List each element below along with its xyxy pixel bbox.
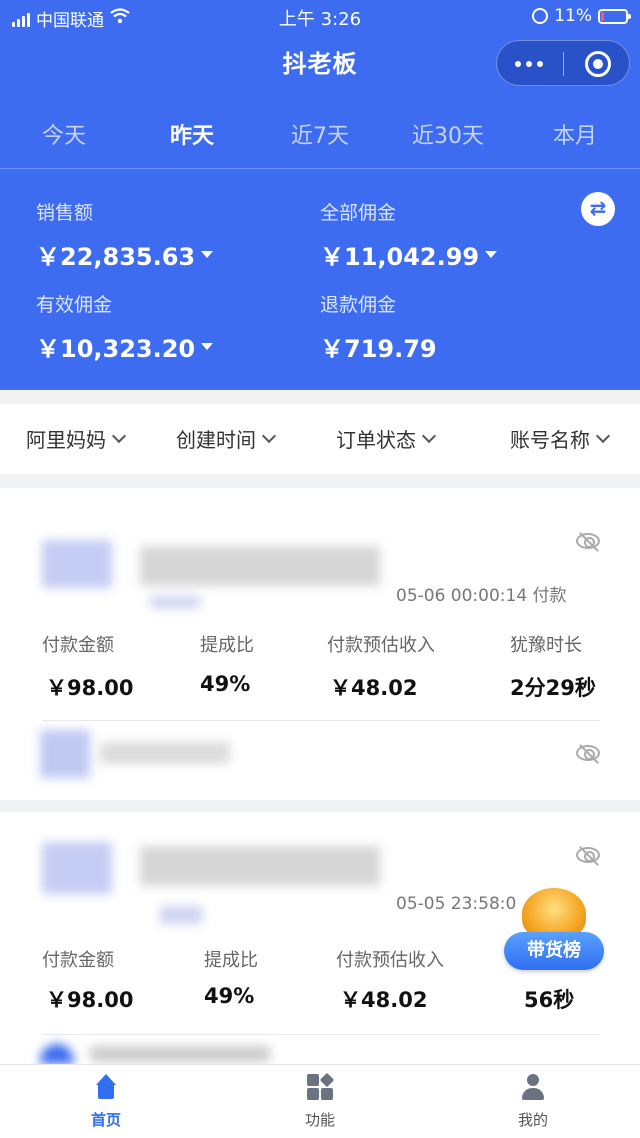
col-label: 付款金额 xyxy=(42,950,114,971)
swap-icon[interactable]: ⇄ xyxy=(581,192,615,226)
battery-percent: 11% xyxy=(554,6,592,26)
stat-valid-commission: 有效佣金 ￥10,323.20 xyxy=(36,290,214,364)
header-divider xyxy=(0,168,640,169)
sales-ranking-badge[interactable]: 带货榜 xyxy=(504,888,604,974)
caret-down-icon xyxy=(201,251,214,258)
user-icon xyxy=(519,1073,547,1101)
col-value: 56秒 xyxy=(524,988,575,1012)
stat-sales-value[interactable]: ￥22,835.63 xyxy=(36,237,214,272)
home-icon xyxy=(92,1073,120,1101)
sales-ranking-label: 带货榜 xyxy=(504,932,604,970)
stat-total-commission-label: 全部佣金 xyxy=(320,202,397,224)
stat-valid-commission-label: 有效佣金 xyxy=(36,294,113,316)
chevron-down-icon xyxy=(421,428,437,443)
tabbar-label: 首页 xyxy=(90,1111,121,1129)
tab-last-7-days[interactable]: 近7天 xyxy=(291,118,349,150)
tabbar-item-mine[interactable]: 我的 xyxy=(493,1073,573,1130)
miniprogram-capsule xyxy=(496,40,630,86)
col-label: 付款预估收入 xyxy=(336,950,444,971)
battery-icon xyxy=(598,8,631,24)
col-label: 提成比 xyxy=(204,950,258,971)
order-card: 05-06 00:00:14 付款 付款金额 提成比 付款预估收入 犹豫时长 ￥… xyxy=(0,488,640,800)
rotation-lock-icon xyxy=(532,8,549,24)
filter-account-name-label: 账号名称 xyxy=(510,428,590,452)
chevron-down-icon xyxy=(111,428,127,443)
card-divider xyxy=(42,1034,600,1035)
tab-today[interactable]: 今天 xyxy=(42,118,86,150)
card-divider xyxy=(42,720,600,721)
date-tabs: 今天 昨天 近7天 近30天 本月 xyxy=(0,106,640,160)
redacted-product-info xyxy=(30,826,400,926)
tabbar-label: 我的 xyxy=(517,1111,548,1129)
redacted-account-info xyxy=(20,724,350,784)
col-label: 提成比 xyxy=(200,635,254,656)
filter-order-status-label: 订单状态 xyxy=(336,428,416,452)
tabbar-label: 功能 xyxy=(304,1111,335,1129)
stat-refund-commission-label: 退款佣金 xyxy=(320,294,397,316)
col-value: ￥98.00 xyxy=(46,988,134,1012)
col-value: ￥98.00 xyxy=(46,676,134,700)
stat-refund-commission-amount: ￥719.79 xyxy=(320,335,437,363)
stat-total-commission: 全部佣金 ￥11,042.99 xyxy=(320,198,498,272)
filter-account-name[interactable]: 账号名称 xyxy=(510,424,611,453)
bottom-tab-bar: 首页 功能 我的 xyxy=(0,1064,640,1138)
stat-sales-label: 销售额 xyxy=(36,202,94,224)
tab-yesterday[interactable]: 昨天 xyxy=(170,118,214,150)
redacted-product-info xyxy=(30,516,400,608)
order-time: 05-05 23:58:0 xyxy=(396,894,517,914)
col-label: 付款预估收入 xyxy=(327,635,435,656)
more-icon[interactable] xyxy=(515,61,543,67)
tabbar-item-functions[interactable]: 功能 xyxy=(280,1072,360,1130)
caret-down-icon xyxy=(485,251,498,258)
col-value: 49% xyxy=(204,984,255,1008)
stat-sales-amount: ￥22,835.63 xyxy=(36,243,196,271)
caret-down-icon xyxy=(201,343,214,350)
col-value: 49% xyxy=(200,672,251,696)
status-bar: 中国联通 上午 3:26 11% xyxy=(0,0,640,32)
redacted-account-info xyxy=(40,1044,280,1064)
stat-refund-commission-value: ￥719.79 xyxy=(320,329,437,364)
col-value: 2分29秒 xyxy=(510,676,596,700)
tab-this-month[interactable]: 本月 xyxy=(553,118,597,150)
filter-platform-label: 阿里妈妈 xyxy=(26,428,106,452)
grid-icon xyxy=(306,1072,335,1101)
filter-created-time-label: 创建时间 xyxy=(176,428,256,452)
stat-sales: 销售额 ￥22,835.63 xyxy=(36,198,214,272)
stat-total-commission-value[interactable]: ￥11,042.99 xyxy=(320,237,498,272)
col-label: 犹豫时长 xyxy=(510,635,582,656)
header-panel: 中国联通 上午 3:26 11% 抖老板 今天 昨天 近7天 近30天 本月 销… xyxy=(0,0,640,390)
chevron-down-icon xyxy=(595,428,611,443)
capsule-divider xyxy=(563,52,564,76)
filter-platform[interactable]: 阿里妈妈 xyxy=(26,424,127,453)
tabbar-item-home[interactable]: 首页 xyxy=(66,1073,146,1130)
filter-created-time[interactable]: 创建时间 xyxy=(176,424,277,453)
stat-valid-commission-amount: ￥10,323.20 xyxy=(36,335,196,363)
hide-eye-icon[interactable] xyxy=(576,847,600,863)
chevron-down-icon xyxy=(261,428,277,443)
tab-last-30-days[interactable]: 近30天 xyxy=(412,118,484,150)
hide-eye-icon[interactable] xyxy=(576,745,600,761)
col-label: 付款金额 xyxy=(42,635,114,656)
stat-refund-commission: 退款佣金 ￥719.79 xyxy=(320,290,437,364)
filter-bar: 阿里妈妈 创建时间 订单状态 账号名称 xyxy=(0,404,640,474)
hide-eye-icon[interactable] xyxy=(576,533,600,549)
close-target-icon[interactable] xyxy=(585,51,611,77)
stat-valid-commission-value[interactable]: ￥10,323.20 xyxy=(36,329,214,364)
col-value: ￥48.02 xyxy=(330,676,418,700)
filter-order-status[interactable]: 订单状态 xyxy=(336,424,437,453)
order-time: 05-06 00:00:14 付款 xyxy=(396,586,567,606)
col-value: ￥48.02 xyxy=(340,988,428,1012)
stat-total-commission-amount: ￥11,042.99 xyxy=(320,243,480,271)
